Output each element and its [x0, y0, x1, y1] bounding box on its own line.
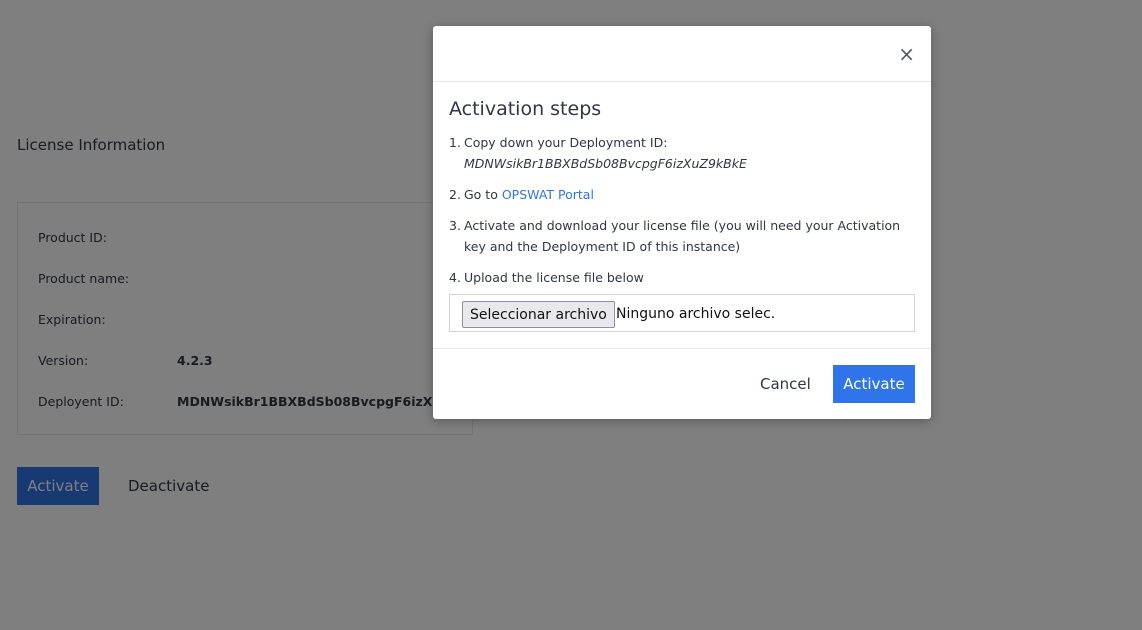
step-text: Activate and download your license file … [464, 218, 901, 254]
modal-footer: Cancel Activate [433, 348, 931, 419]
modal-activate-button[interactable]: Activate [833, 365, 915, 403]
deployment-id: MDNWsikBr1BBXBdSb08BvcpgF6izXuZ9kBkE [464, 156, 747, 171]
step-number: 4. [449, 270, 461, 285]
step-number: 1. [449, 135, 461, 150]
modal-header: × [433, 26, 931, 82]
close-icon[interactable]: × [898, 44, 915, 64]
step-text: Upload the license file below [464, 270, 644, 285]
step-number: 2. [449, 187, 461, 202]
file-status: Ninguno archivo selec. [616, 306, 776, 322]
license-file-input[interactable]: Seleccionar archivo Ninguno archivo sele… [449, 294, 915, 332]
step-label: Go to [464, 187, 502, 202]
cancel-button[interactable]: Cancel [754, 365, 817, 403]
modal-title: Activation steps [449, 98, 602, 120]
opswat-portal-link[interactable]: OPSWAT Portal [502, 187, 594, 202]
step-text: Go to OPSWAT Portal [464, 184, 914, 205]
step-label: Copy down your Deployment ID: [464, 135, 668, 150]
activation-modal: × Activation steps 1. Copy down your Dep… [433, 26, 931, 419]
choose-file-button[interactable]: Seleccionar archivo [462, 301, 615, 328]
step-number: 3. [449, 218, 461, 233]
step-text: Copy down your Deployment ID: MDNWsikBr1… [464, 132, 914, 174]
